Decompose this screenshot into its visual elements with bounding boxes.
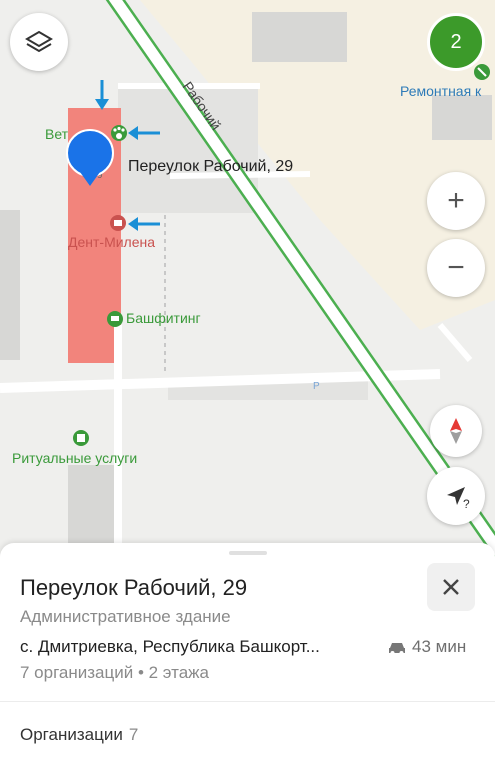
badge-count: 2: [450, 30, 462, 53]
poi-label-bashfiting[interactable]: Башфитинг: [126, 310, 201, 326]
poi-label-repair[interactable]: Ремонтная к: [400, 83, 495, 99]
layers-icon: [25, 30, 53, 53]
zoom-in-button[interactable]: +: [427, 172, 485, 230]
address-label: Переулок Рабочий, 29: [128, 158, 294, 175]
car-icon: [389, 643, 405, 655]
close-button[interactable]: [427, 563, 475, 611]
place-card[interactable]: Переулок Рабочий, 29 Административное зд…: [0, 543, 495, 768]
organizations-floors-info: 7 организаций • 2 этажа: [20, 663, 209, 682]
paw-icon[interactable]: [111, 125, 127, 141]
results-count-badge[interactable]: 2: [427, 13, 485, 71]
poi-label-ritual[interactable]: Ритуальные услуги: [12, 450, 137, 466]
dental-icon[interactable]: [110, 215, 126, 231]
compass-button[interactable]: [430, 405, 482, 457]
locate-question-mark: ?: [463, 497, 470, 511]
close-icon: [443, 579, 459, 595]
my-location-button[interactable]: ?: [427, 467, 485, 525]
sheet-drag-handle[interactable]: [229, 551, 267, 555]
compass-icon: [450, 418, 462, 444]
pipe-shop-icon[interactable]: [107, 311, 123, 327]
organizations-count: 7: [128, 725, 139, 744]
place-title: Переулок Рабочий, 29: [20, 575, 248, 600]
place-address[interactable]: с. Дмитриевка, Республика Башкорт...: [20, 637, 375, 657]
place-category: Административное здание: [20, 607, 231, 626]
organizations-label: Организации: [20, 725, 123, 744]
layers-button[interactable]: [10, 13, 68, 71]
travel-time[interactable]: 43 мин: [412, 637, 466, 657]
minus-icon: −: [447, 251, 465, 284]
parking-letter: P: [313, 381, 320, 392]
poi-label-vet[interactable]: Вет: [45, 126, 68, 142]
divider: [0, 701, 495, 702]
zoom-out-button[interactable]: −: [427, 239, 485, 297]
organizations-section[interactable]: Организации 7: [20, 725, 138, 745]
ritual-services-icon[interactable]: [73, 430, 89, 446]
poi-label-dent[interactable]: Дент-Милена: [68, 234, 155, 250]
repair-icon[interactable]: [474, 64, 490, 80]
plus-icon: +: [447, 184, 465, 217]
